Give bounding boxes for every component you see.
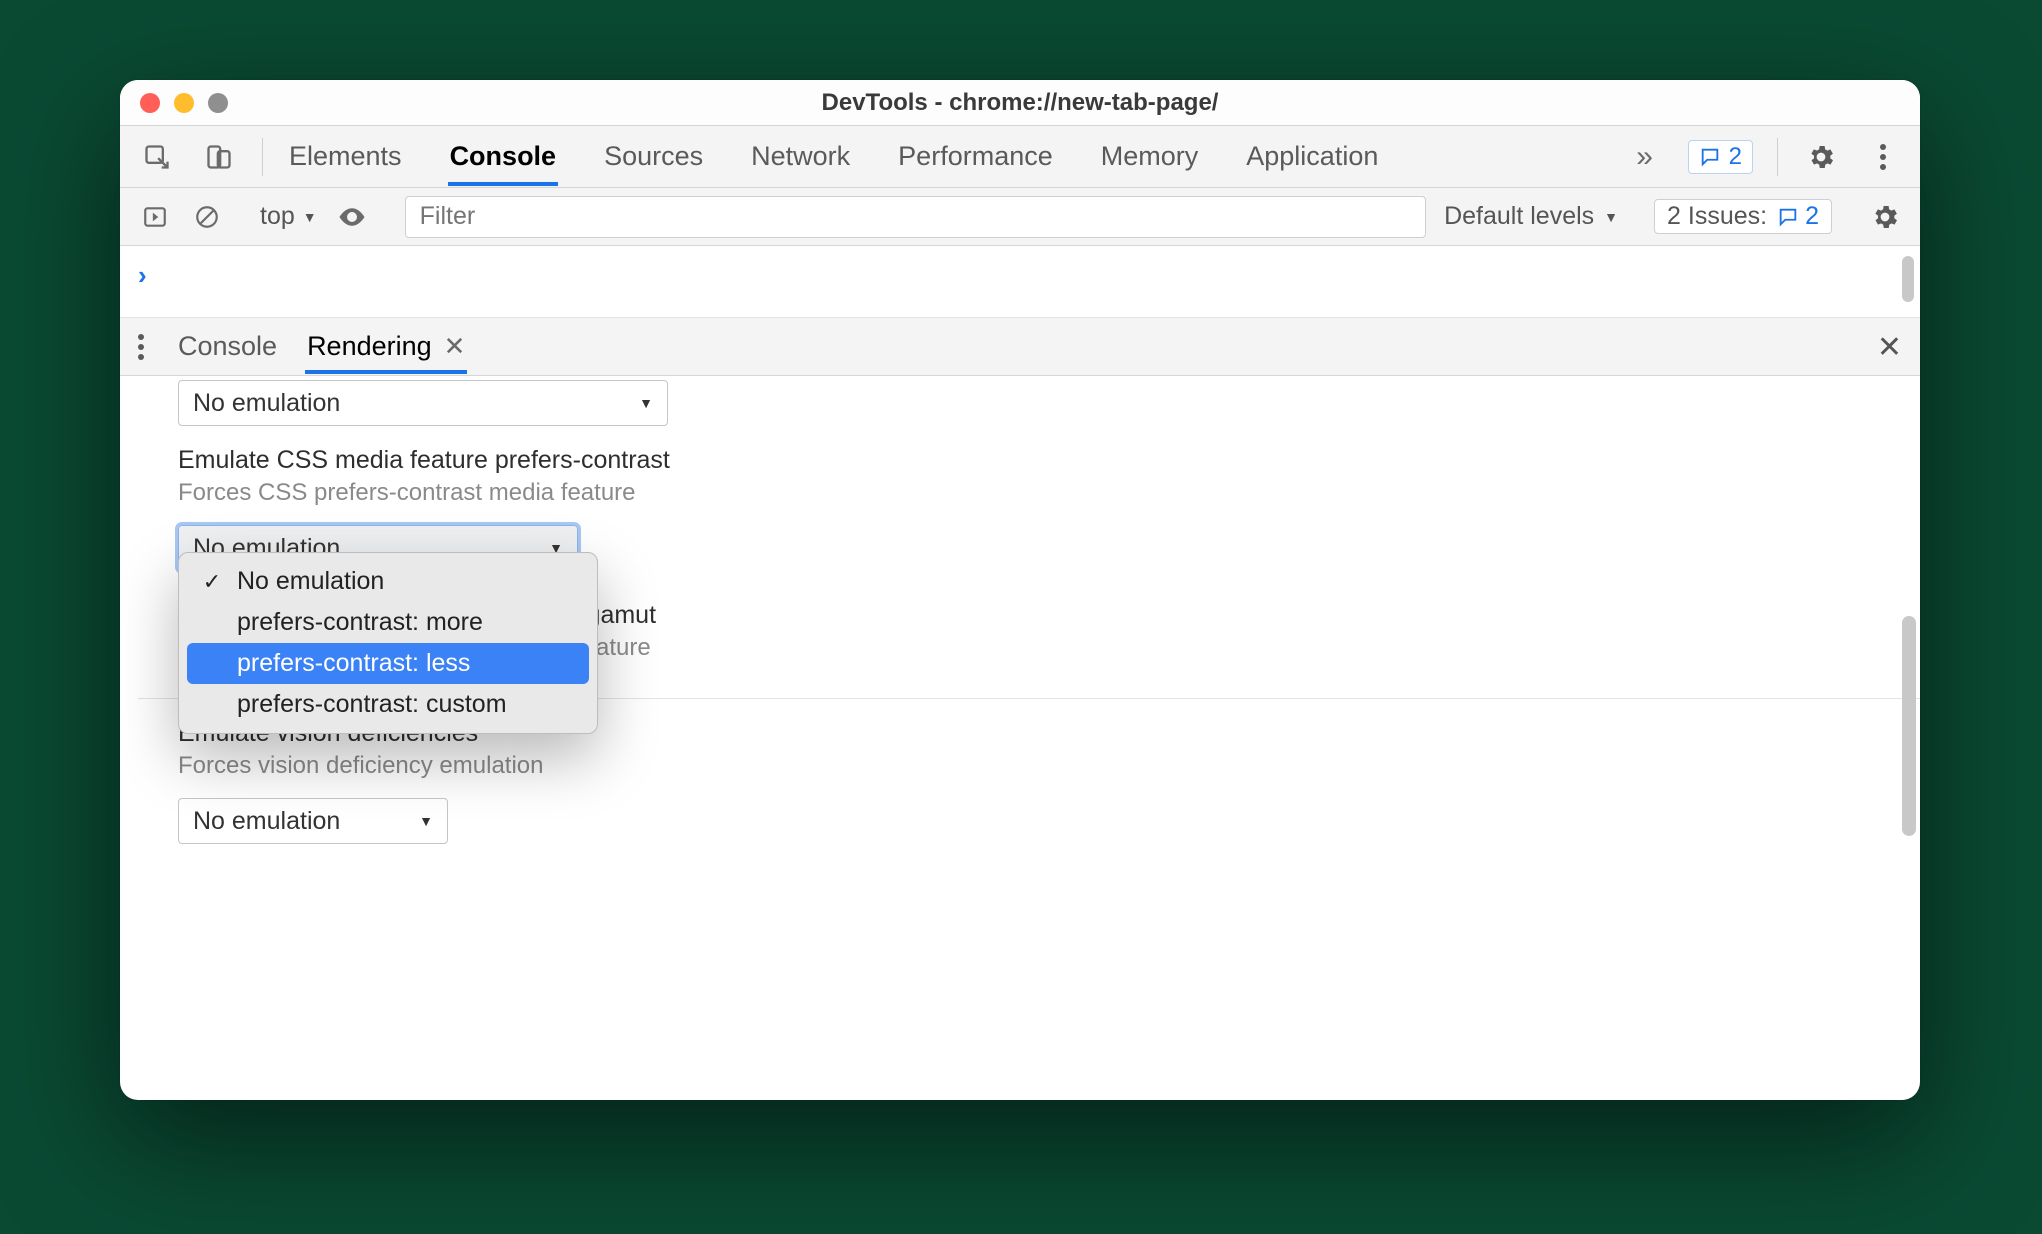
dropdown-option[interactable]: prefers-contrast: custom bbox=[187, 684, 589, 725]
tab-application[interactable]: Application bbox=[1244, 127, 1380, 186]
dropdown-option[interactable]: prefers-contrast: less bbox=[187, 643, 589, 684]
separator bbox=[1777, 138, 1778, 176]
emulate-select-generic[interactable]: No emulation ▼ bbox=[178, 380, 668, 426]
more-tabs-icon[interactable]: » bbox=[1626, 138, 1664, 176]
tab-console[interactable]: Console bbox=[448, 127, 559, 186]
close-drawer-icon[interactable]: ✕ bbox=[1877, 330, 1902, 365]
toggle-sidebar-icon[interactable] bbox=[138, 200, 172, 234]
titlebar: DevTools - chrome://new-tab-page/ bbox=[120, 80, 1920, 126]
separator bbox=[262, 138, 263, 176]
clear-console-icon[interactable] bbox=[190, 200, 224, 234]
scrollbar-thumb[interactable] bbox=[1902, 256, 1914, 302]
inspect-element-icon[interactable] bbox=[138, 138, 176, 176]
tab-performance[interactable]: Performance bbox=[896, 127, 1055, 186]
panel-tabs: Elements Console Sources Network Perform… bbox=[287, 127, 1380, 186]
window-title: DevTools - chrome://new-tab-page/ bbox=[120, 89, 1920, 117]
chevron-down-icon: ▼ bbox=[1604, 209, 1618, 225]
issues-counter[interactable]: 2 Issues: 2 bbox=[1654, 199, 1832, 234]
drawer-tab-label: Rendering bbox=[307, 331, 432, 362]
context-label: top bbox=[260, 202, 295, 231]
section-title: Emulate CSS media feature prefers-contra… bbox=[178, 446, 1880, 475]
section-subtitle: Forces CSS prefers-contrast media featur… bbox=[178, 479, 1880, 507]
tab-sources[interactable]: Sources bbox=[602, 127, 705, 186]
drawer-tab-console[interactable]: Console bbox=[176, 319, 279, 374]
section-subtitle: Forces vision deficiency emulation bbox=[178, 752, 1880, 780]
select-value: No emulation bbox=[193, 389, 340, 418]
console-toolbar: top ▼ Default levels ▼ 2 Issues: 2 bbox=[120, 188, 1920, 246]
vision-deficiency-select[interactable]: No emulation ▼ bbox=[178, 798, 448, 844]
select-value: No emulation bbox=[193, 807, 340, 836]
tab-network[interactable]: Network bbox=[749, 127, 852, 186]
tab-elements[interactable]: Elements bbox=[287, 127, 404, 186]
drawer-tabbar: Console Rendering ✕ ✕ bbox=[120, 318, 1920, 376]
issues-label: 2 Issues: bbox=[1667, 202, 1767, 231]
checkmark-icon: ✓ bbox=[201, 569, 223, 595]
rendering-pane: No emulation ▼ Emulate CSS media feature… bbox=[120, 376, 1920, 1100]
toggle-device-toolbar-icon[interactable] bbox=[200, 138, 238, 176]
log-levels-selector[interactable]: Default levels ▼ bbox=[1444, 202, 1618, 231]
drawer-tab-rendering[interactable]: Rendering ✕ bbox=[305, 319, 467, 374]
tab-memory[interactable]: Memory bbox=[1099, 127, 1201, 186]
console-filter-input[interactable] bbox=[405, 196, 1426, 238]
prefers-contrast-section: Emulate CSS media feature prefers-contra… bbox=[138, 426, 1920, 571]
option-label: prefers-contrast: more bbox=[237, 608, 483, 637]
feedback-badge[interactable]: 2 bbox=[1688, 140, 1753, 174]
chevron-down-icon: ▼ bbox=[303, 209, 317, 225]
option-label: prefers-contrast: less bbox=[237, 649, 470, 678]
close-tab-icon[interactable]: ✕ bbox=[444, 331, 466, 362]
drawer-more-icon[interactable] bbox=[138, 334, 150, 360]
console-prompt[interactable]: › bbox=[120, 246, 1920, 318]
devtools-tabbar: Elements Console Sources Network Perform… bbox=[120, 126, 1920, 188]
settings-gear-icon[interactable] bbox=[1802, 138, 1840, 176]
chevron-down-icon: ▼ bbox=[419, 813, 433, 829]
option-label: No emulation bbox=[237, 567, 384, 596]
option-label: prefers-contrast: custom bbox=[237, 690, 507, 719]
live-expression-eye-icon[interactable] bbox=[335, 200, 369, 234]
feedback-count: 2 bbox=[1729, 143, 1742, 171]
issues-badge: 2 bbox=[1777, 202, 1819, 231]
issues-badge-count: 2 bbox=[1805, 202, 1819, 231]
dropdown-option[interactable]: ✓ No emulation bbox=[187, 561, 589, 602]
execution-context-selector[interactable]: top ▼ bbox=[260, 202, 317, 231]
drawer-tab-label: Console bbox=[178, 331, 277, 362]
prefers-contrast-dropdown: ✓ No emulation prefers-contrast: more pr… bbox=[178, 552, 598, 734]
log-levels-label: Default levels bbox=[1444, 202, 1594, 231]
more-options-icon[interactable] bbox=[1864, 138, 1902, 176]
prompt-chevron-icon: › bbox=[138, 260, 147, 291]
devtools-window: DevTools - chrome://new-tab-page/ Elemen… bbox=[120, 80, 1920, 1100]
dropdown-option[interactable]: prefers-contrast: more bbox=[187, 602, 589, 643]
chevron-down-icon: ▼ bbox=[639, 395, 653, 411]
scrollbar-thumb[interactable] bbox=[1902, 616, 1916, 836]
console-settings-gear-icon[interactable] bbox=[1868, 200, 1902, 234]
